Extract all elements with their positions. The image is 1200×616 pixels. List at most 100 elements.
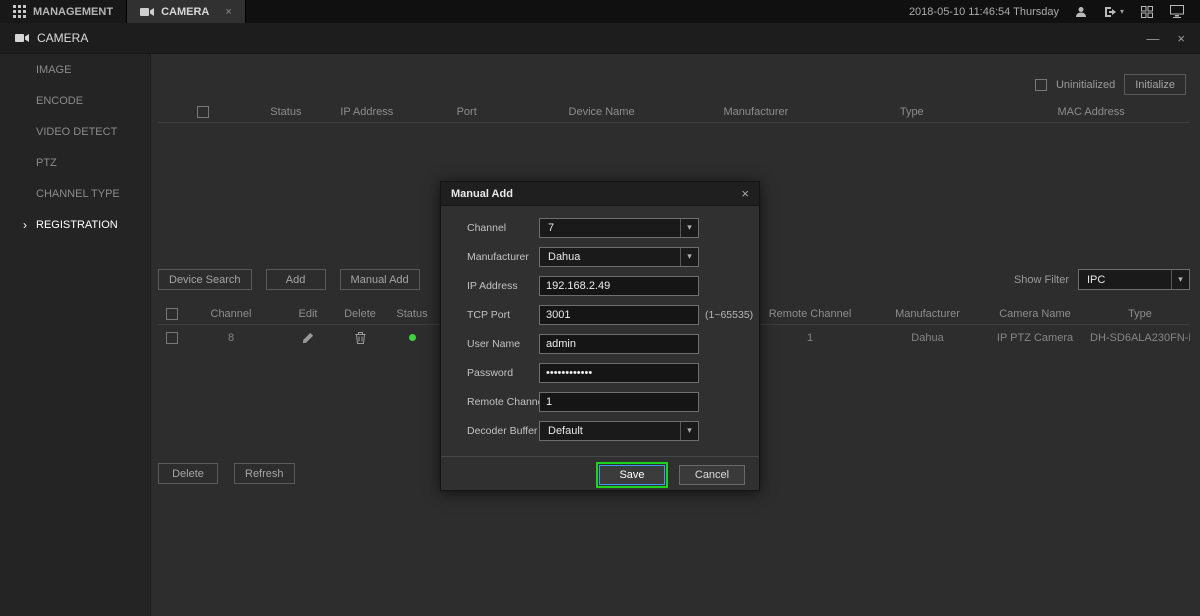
dialog-body: Channel 7 ▾ Manufacturer Dahua ▾ IP Addr… xyxy=(441,206,759,492)
column-channel: Channel xyxy=(186,308,276,320)
decoder-buffer-value: Default xyxy=(548,425,583,437)
tcp-port-field-row: TCP Port (1~65535) xyxy=(441,300,759,329)
column-status: Status xyxy=(380,308,444,320)
cell-remote-channel: 1 xyxy=(745,332,875,344)
decoder-buffer-label: Decoder Buffer xyxy=(467,425,539,437)
display-icon[interactable] xyxy=(1170,5,1184,18)
dialog-close-icon[interactable]: × xyxy=(741,186,749,201)
ip-address-input[interactable] xyxy=(539,276,699,296)
save-button[interactable]: Save xyxy=(599,465,665,485)
initialize-button[interactable]: Initialize xyxy=(1124,74,1186,95)
datetime-text: 2018-05-10 11:46:54 Thursday xyxy=(909,6,1059,18)
status-online-icon xyxy=(409,334,416,341)
sidebar-item-image[interactable]: IMAGE xyxy=(0,54,150,85)
tab-management-label: MANAGEMENT xyxy=(33,6,113,18)
tcp-port-label: TCP Port xyxy=(467,309,539,321)
header-checkbox-cell xyxy=(158,106,249,118)
edit-icon[interactable] xyxy=(302,332,314,344)
cell-edit xyxy=(276,332,340,344)
select-all-checkbox[interactable] xyxy=(166,308,178,320)
initialize-row: Uninitialized Initialize xyxy=(1035,74,1186,95)
password-field-row: Password xyxy=(441,358,759,387)
camera-icon xyxy=(15,33,29,43)
dropdown-arrow-icon: ▾ xyxy=(680,219,698,237)
dialog-footer: Save Cancel xyxy=(441,456,759,492)
logout-icon[interactable]: ▾ xyxy=(1104,6,1124,18)
tcp-port-range-hint: (1~65535) xyxy=(705,309,753,321)
sidebar-item-channel-type[interactable]: CHANNEL TYPE xyxy=(0,178,150,209)
topbar-icons: ▾ xyxy=(1075,0,1184,23)
column-status: Status xyxy=(249,106,323,118)
window-controls: — × xyxy=(1146,31,1185,46)
cell-status xyxy=(380,334,444,341)
user-icon[interactable] xyxy=(1075,6,1087,18)
close-icon[interactable]: × xyxy=(1177,31,1185,46)
column-remote-channel: Remote Channel xyxy=(745,308,875,320)
user-name-label: User Name xyxy=(467,338,539,350)
manual-add-dialog: Manual Add × Channel 7 ▾ Manufacturer Da… xyxy=(440,181,760,491)
uninitialized-label: Uninitialized xyxy=(1056,79,1115,91)
manual-add-button[interactable]: Manual Add xyxy=(340,269,420,290)
password-label: Password xyxy=(467,367,539,379)
column-type: Type xyxy=(831,106,992,118)
cell-camera-name: IP PTZ Camera xyxy=(980,332,1090,344)
sidebar-item-label: CHANNEL TYPE xyxy=(36,188,120,200)
apps-grid-icon xyxy=(13,5,26,18)
camera-icon xyxy=(140,7,154,17)
topbar-spacer xyxy=(246,0,909,23)
tab-close-icon[interactable]: × xyxy=(225,6,231,18)
sidebar-item-registration[interactable]: › REGISTRATION xyxy=(0,209,150,240)
user-name-input[interactable] xyxy=(539,334,699,354)
bottom-actions: Delete Refresh xyxy=(158,463,295,484)
remote-channel-label: Remote Channel xyxy=(467,396,539,408)
view-grid-icon[interactable] xyxy=(1141,6,1153,18)
row-checkbox[interactable] xyxy=(166,332,178,344)
sidebar-item-ptz[interactable]: PTZ xyxy=(0,147,150,178)
decoder-buffer-field-row: Decoder Buffer Default ▾ xyxy=(441,416,759,445)
manufacturer-field-row: Manufacturer Dahua ▾ xyxy=(441,242,759,271)
decoder-buffer-select[interactable]: Default ▾ xyxy=(539,421,699,441)
remote-channel-input[interactable] xyxy=(539,392,699,412)
chevron-right-icon: › xyxy=(23,218,27,232)
remote-channel-field-row: Remote Channel xyxy=(441,387,759,416)
sidebar-item-label: IMAGE xyxy=(36,64,71,76)
cancel-button[interactable]: Cancel xyxy=(679,465,745,485)
refresh-button[interactable]: Refresh xyxy=(234,463,295,484)
channel-label: Channel xyxy=(467,222,539,234)
chevron-down-icon: ▾ xyxy=(1120,7,1124,16)
tab-camera[interactable]: CAMERA × xyxy=(127,0,246,23)
column-manufacturer: Manufacturer xyxy=(875,308,980,320)
trash-icon[interactable] xyxy=(355,332,366,344)
column-port: Port xyxy=(411,106,523,118)
column-edit: Edit xyxy=(276,308,340,320)
window-titlebar: CAMERA — × xyxy=(0,23,1200,54)
add-button[interactable]: Add xyxy=(266,269,326,290)
manufacturer-label: Manufacturer xyxy=(467,251,539,263)
column-type: Type xyxy=(1090,308,1190,320)
tab-management[interactable]: MANAGEMENT xyxy=(0,0,127,23)
dropdown-arrow-icon: ▾ xyxy=(680,248,698,266)
manufacturer-select[interactable]: Dahua ▾ xyxy=(539,247,699,267)
column-camera-name: Camera Name xyxy=(980,308,1090,320)
sidebar-item-video-detect[interactable]: VIDEO DETECT xyxy=(0,116,150,147)
tcp-port-input[interactable] xyxy=(539,305,699,325)
dialog-titlebar[interactable]: Manual Add × xyxy=(441,182,759,206)
page-title: CAMERA xyxy=(37,31,88,45)
user-name-field-row: User Name xyxy=(441,329,759,358)
device-search-button[interactable]: Device Search xyxy=(158,269,252,290)
delete-button[interactable]: Delete xyxy=(158,463,218,484)
channel-select[interactable]: 7 ▾ xyxy=(539,218,699,238)
show-filter-value: IPC xyxy=(1087,274,1105,286)
sidebar-item-label: REGISTRATION xyxy=(36,219,118,231)
column-ip-address: IP Address xyxy=(323,106,411,118)
password-input[interactable] xyxy=(539,363,699,383)
minimize-icon[interactable]: — xyxy=(1146,31,1159,46)
sidebar-item-encode[interactable]: ENCODE xyxy=(0,85,150,116)
select-all-checkbox[interactable] xyxy=(197,106,209,118)
column-mac-address: MAC Address xyxy=(992,106,1190,118)
uninitialized-checkbox[interactable] xyxy=(1035,79,1047,91)
sidebar-item-label: ENCODE xyxy=(36,95,83,107)
header-checkbox-cell xyxy=(158,308,186,320)
dropdown-arrow-icon: ▾ xyxy=(680,422,698,440)
show-filter-select[interactable]: IPC ▾ xyxy=(1078,269,1190,290)
